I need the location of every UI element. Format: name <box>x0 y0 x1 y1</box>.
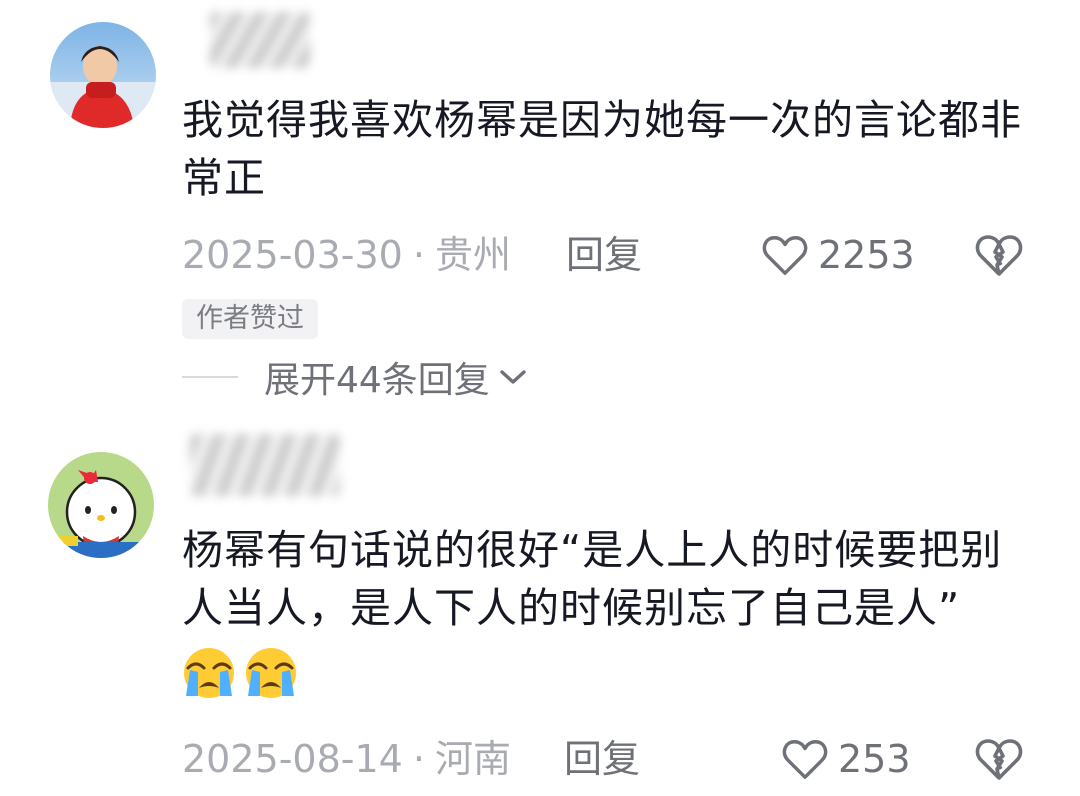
username-redacted <box>190 434 340 496</box>
comment-date: 2025-03-30 <box>182 233 403 277</box>
comment-item: 杨幂有句话说的很好“是人上人的时候要把别人当人，是人下人的时候别忘了自己是人” … <box>0 420 1080 796</box>
reply-button[interactable]: 回复 <box>564 734 640 784</box>
username-redacted <box>210 12 310 68</box>
expand-replies-button[interactable]: 展开44条回复 <box>182 352 528 402</box>
broken-heart-icon[interactable] <box>975 232 1023 278</box>
like-button[interactable]: 2253 <box>762 230 915 280</box>
crying-face-emoji <box>184 648 234 698</box>
comment-item: 我觉得我喜欢杨幂是因为她每一次的言论都非常正 2025-03-30 · 贵州 回复 … <box>0 0 1080 420</box>
chevron-down-icon <box>500 370 526 384</box>
reply-button[interactable]: 回复 <box>566 230 642 280</box>
avatar-image <box>48 452 154 558</box>
heart-outline-icon <box>782 740 828 779</box>
like-button[interactable]: 253 <box>782 734 911 784</box>
avatar[interactable] <box>50 22 156 128</box>
like-count: 253 <box>838 737 911 781</box>
expand-replies-label: 展开44条回复 <box>264 360 490 401</box>
comment-date: 2025-08-14 <box>182 737 403 781</box>
divider-line <box>182 376 238 378</box>
emoji-row <box>182 641 1042 700</box>
meta-separator: · <box>412 737 425 781</box>
comment-meta: 2025-03-30 · 贵州 <box>182 230 511 280</box>
avatar-image <box>50 22 156 128</box>
comment-text-content: 杨幂有句话说的很好“是人上人的时候要把别人当人，是人下人的时候别忘了自己是人” <box>182 526 1003 632</box>
broken-heart-icon[interactable] <box>975 736 1023 782</box>
meta-separator: · <box>412 233 425 277</box>
comment-location: 河南 <box>434 737 511 781</box>
heart-outline-icon <box>762 236 808 275</box>
comment-text: 我觉得我喜欢杨幂是因为她每一次的言论都非常正 <box>182 96 1022 202</box>
comment-text: 杨幂有句话说的很好“是人上人的时候要把别人当人，是人下人的时候别忘了自己是人” <box>182 521 1042 700</box>
author-liked-badge: 作者赞过 <box>182 299 318 339</box>
crying-face-emoji <box>246 648 296 698</box>
comment-location: 贵州 <box>434 233 511 277</box>
avatar[interactable] <box>48 452 154 558</box>
comment-meta: 2025-08-14 · 河南 <box>182 734 511 784</box>
like-count: 2253 <box>818 233 915 277</box>
